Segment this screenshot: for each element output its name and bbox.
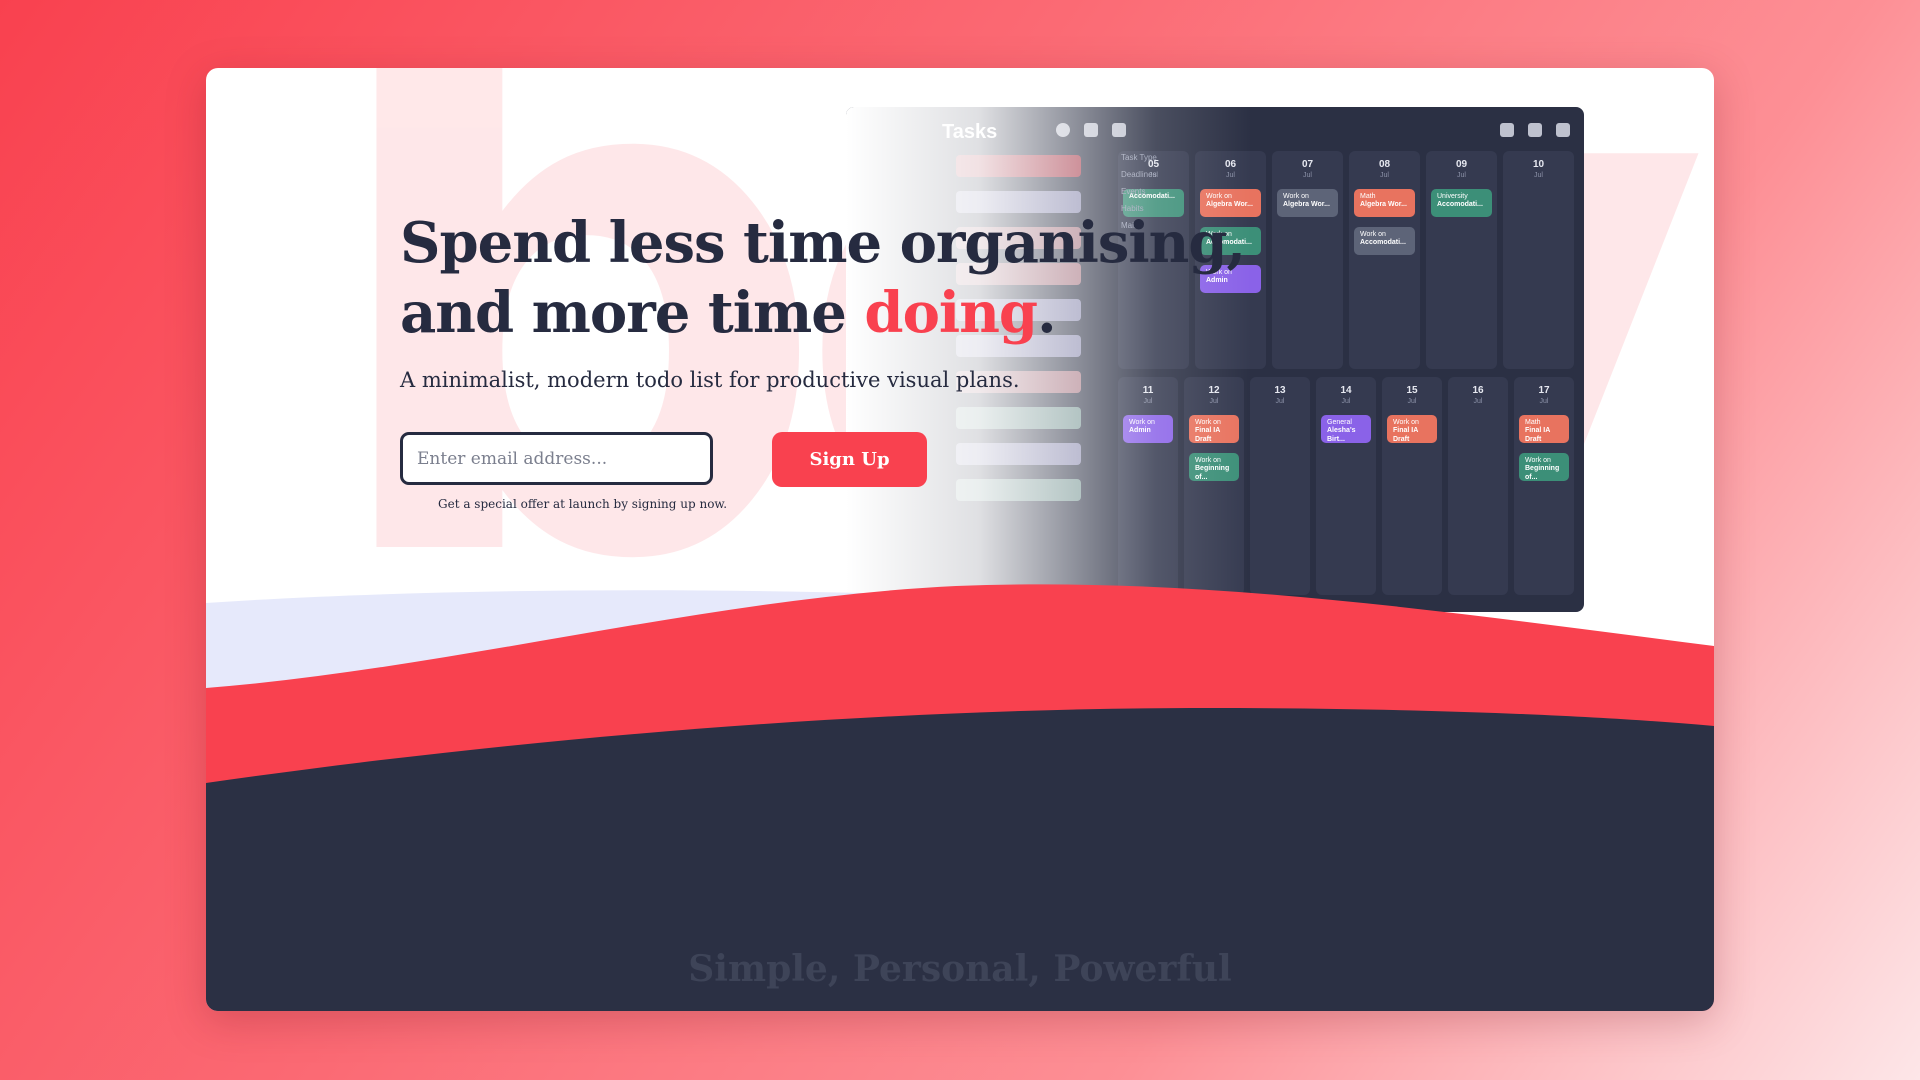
headline-accent: doing [864, 280, 1038, 346]
headline-end: . [1037, 280, 1056, 346]
hero-subtitle: A minimalist, modern todo list for produ… [400, 368, 1020, 392]
headline-line-1: Spend less time organising, [400, 210, 1246, 276]
landing-page-window: bevl Tasks 05JulAccomodati...06JulWork [206, 68, 1714, 1011]
section-tagline: Simple, Personal, Powerful [688, 948, 1232, 990]
headline-line-2: and more time [400, 280, 865, 346]
hero-headline: Spend less time organising, and more tim… [400, 208, 1300, 348]
sign-up-button[interactable]: Sign Up [772, 432, 927, 487]
offer-text: Get a special offer at launch by signing… [438, 497, 728, 511]
email-input[interactable] [400, 432, 713, 485]
